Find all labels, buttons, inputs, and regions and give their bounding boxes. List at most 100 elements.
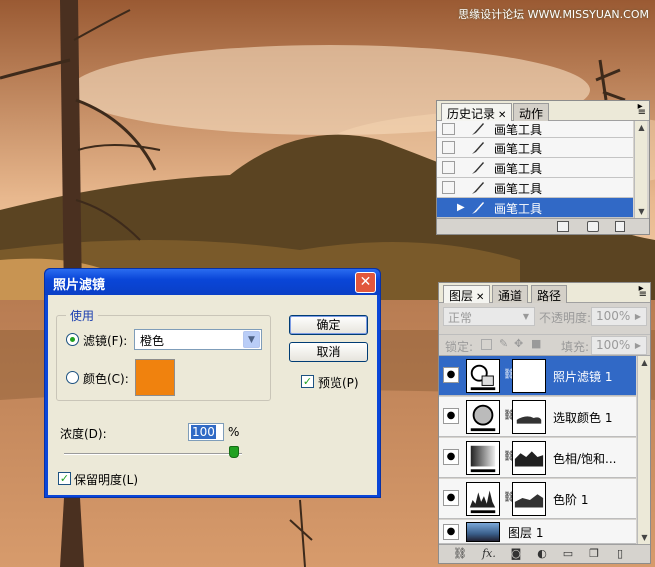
snapshot-checkbox[interactable] [442,141,455,154]
lock-position-icon[interactable]: ✥ [514,337,523,350]
mask-preview-icon [516,416,542,424]
dialog-body: 使用 滤镜(F): 橙色 ▼ 颜色(C): 确定 取消 ✓ 预览(P) 浓度(D… [48,295,377,495]
fill-field[interactable]: 100% ▶ [591,336,647,355]
camera-icon[interactable] [587,221,599,232]
preserve-luminosity-checkbox[interactable]: ✓ [58,472,71,485]
scroll-up-icon[interactable]: ▲ [636,122,647,133]
close-icon[interactable]: ✕ [498,110,506,121]
layer-row[interactable]: ● 图层 1 [439,520,636,544]
color-radio[interactable] [66,371,79,384]
preview-checkbox[interactable]: ✓ [301,375,314,388]
chevron-right-icon[interactable]: ▶ [631,338,645,353]
layer-row[interactable]: ● ⛓ 色阶 1 [439,479,636,519]
scroll-up-icon[interactable]: ▲ [639,357,650,368]
dialog-title: 照片滤镜 [53,278,106,293]
eye-icon[interactable]: ● [443,490,459,506]
history-row-current[interactable]: ▶ 画笔工具 [437,198,633,218]
eye-icon[interactable]: ● [443,408,459,424]
tab-channels[interactable]: 通道 [492,285,529,303]
trash-icon[interactable]: ▯ [613,548,627,560]
image-thumbnail[interactable] [466,522,500,542]
history-panel: 历史记录 ✕ 动作 ▸ ≡ 画笔工具 画笔工具 画笔工具 画笔工具 ▶ 画笔工具 ▲… [436,100,650,235]
chevron-down-icon[interactable]: ▼ [519,309,533,324]
tab-paths[interactable]: 路径 [531,285,568,303]
adjustment-layer-icon[interactable]: ◐ [535,548,549,560]
close-icon[interactable]: ✕ [476,292,484,303]
trash-icon[interactable] [615,221,625,232]
levels-icon [469,490,496,514]
mask-thumbnail[interactable] [512,359,546,393]
new-group-icon[interactable]: ▭ [561,548,575,560]
cancel-button[interactable]: 取消 [289,342,368,362]
history-row[interactable]: 画笔工具 [437,138,633,158]
ok-button[interactable]: 确定 [289,315,368,335]
blend-mode-select[interactable]: 正常 ▼ [443,307,535,326]
panel-menu-icon[interactable]: ▸ ≡ [638,102,646,118]
mask-preview-icon [514,494,544,508]
scroll-down-icon[interactable]: ▼ [636,206,647,217]
adjustment-thumbnail[interactable] [466,359,500,393]
density-input[interactable]: 100 [188,423,224,441]
layer-row[interactable]: ● ⛓ 色相/饱和... [439,438,636,478]
new-document-icon[interactable] [557,221,569,232]
snapshot-checkbox[interactable] [442,161,455,174]
preview-label[interactable]: 预览(P) [318,374,359,391]
adjustment-thumbnail[interactable] [466,400,500,434]
eye-icon[interactable]: ● [443,367,459,383]
layers-scrollbar[interactable]: ▲ ▼ [637,356,650,544]
lock-row: 锁定: ✎ ✥ ■ 填充: 100% ▶ [439,334,650,356]
mask-thumbnail[interactable] [512,400,546,434]
lock-all-icon[interactable]: ■ [531,337,541,350]
history-state-pointer-icon[interactable]: ▶ [457,202,465,213]
use-group-label: 使用 [66,307,99,324]
lock-pixels-icon[interactable]: ✎ [499,337,508,350]
opacity-label: 不透明度: [539,311,592,325]
mask-thumbnail[interactable] [512,441,546,475]
layer-name: 照片滤镜 1 [553,370,613,384]
tab-layers[interactable]: 图层 ✕ [443,285,491,303]
density-unit: % [228,425,240,439]
history-panel-footer [437,218,649,234]
photo-filter-dialog: 照片滤镜 ✕ 使用 滤镜(F): 橙色 ▼ 颜色(C): 确定 取消 ✓ 预览(… [44,268,381,498]
snapshot-checkbox[interactable] [442,201,455,214]
scroll-down-icon[interactable]: ▼ [639,532,650,543]
density-slider-track[interactable] [64,453,242,455]
mask-thumbnail[interactable] [512,482,546,516]
history-row[interactable]: 画笔工具 [437,178,633,198]
history-row-label: 画笔工具 [494,123,543,137]
adjustment-thumbnail[interactable] [466,482,500,516]
eye-icon[interactable]: ● [443,449,459,465]
preserve-luminosity-label[interactable]: 保留明度(L) [74,471,138,488]
close-button[interactable]: ✕ [355,272,376,293]
panel-menu-icon[interactable]: ▸ ≡ [639,284,647,300]
layer-row[interactable]: ● ⛓ 选取颜色 1 [439,397,636,437]
opacity-field[interactable]: 100% ▶ [591,307,647,326]
snapshot-checkbox[interactable] [442,181,455,194]
tab-history[interactable]: 历史记录 ✕ [441,103,513,121]
density-value: 100 [191,425,216,439]
filter-radio[interactable] [66,333,79,346]
lock-transparency-icon[interactable] [481,339,492,350]
fx-icon[interactable]: fx. [479,548,499,560]
layer-row[interactable]: ● ⛓ 照片滤镜 1 [439,356,636,396]
dialog-titlebar[interactable]: 照片滤镜 ✕ [45,269,380,295]
history-scrollbar[interactable]: ▲ ▼ [634,121,647,218]
hue-saturation-icon [470,445,496,473]
filter-radio-label[interactable]: 滤镜(F): [83,332,127,349]
filter-select[interactable]: 橙色 ▼ [134,329,262,350]
history-row[interactable]: 画笔工具 [437,121,633,138]
tab-actions[interactable]: 动作 [513,103,550,121]
link-layers-icon[interactable]: ⛓ [453,548,467,560]
chevron-right-icon[interactable]: ▶ [631,309,645,324]
color-radio-label[interactable]: 颜色(C): [83,370,129,387]
history-row[interactable]: 画笔工具 [437,158,633,178]
adjustment-thumbnail[interactable] [466,441,500,475]
brush-icon [472,162,484,174]
color-swatch[interactable] [135,359,175,396]
snapshot-checkbox[interactable] [442,123,455,135]
add-mask-icon[interactable]: ◙ [509,548,523,560]
eye-icon[interactable]: ● [443,524,459,540]
new-layer-icon[interactable]: ❐ [587,548,601,560]
density-slider-thumb[interactable] [229,446,239,458]
chevron-down-icon[interactable]: ▼ [243,331,260,348]
